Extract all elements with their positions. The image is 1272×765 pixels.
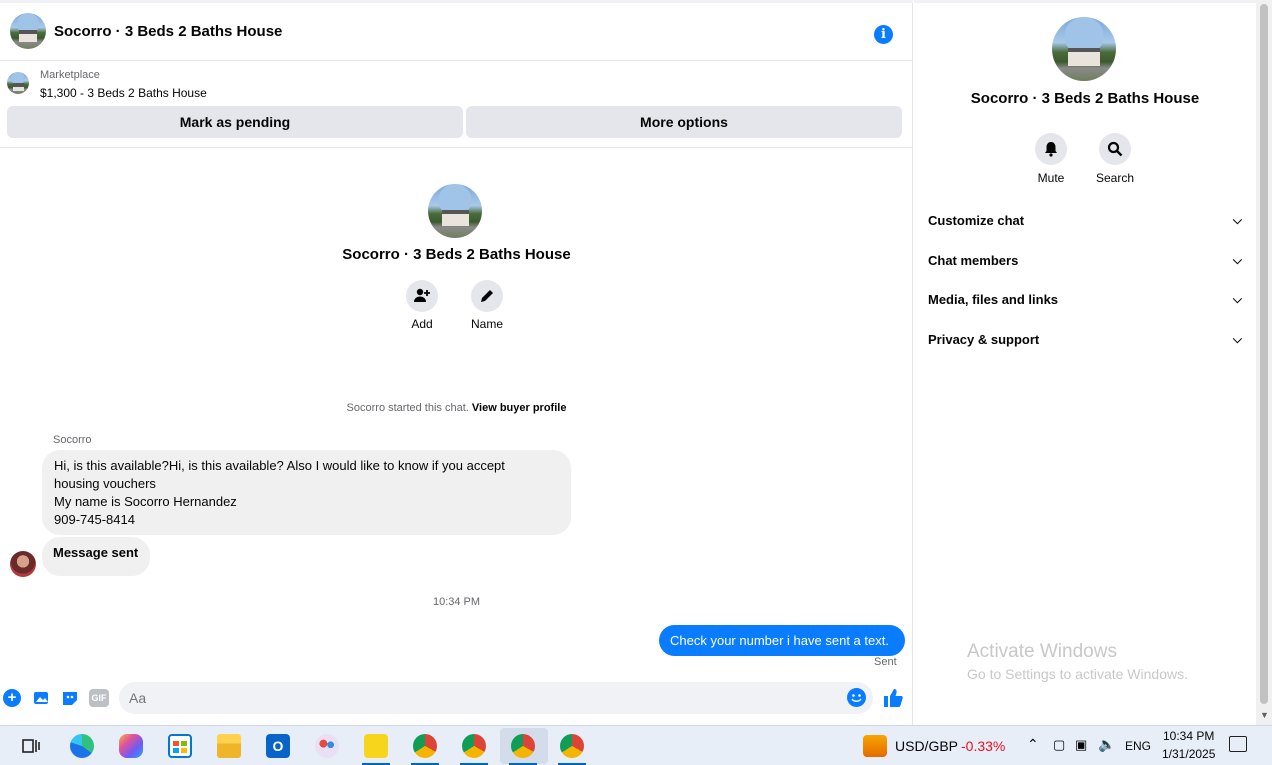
task-view-icon[interactable] <box>22 737 40 755</box>
search-button[interactable] <box>1099 133 1131 165</box>
file-explorer-icon[interactable] <box>217 734 241 758</box>
chevron-down-icon: ⌵ <box>1232 253 1242 267</box>
add-label: Add <box>411 317 433 331</box>
listing-banner: Marketplace $1,300 - 3 Beds 2 Baths Hous… <box>0 61 913 148</box>
thread-avatar <box>428 184 482 238</box>
conversation-avatar[interactable] <box>10 13 46 49</box>
name-label: Name <box>470 317 503 331</box>
conversation-title[interactable]: Socorro · 3 Beds 2 Baths House <box>54 23 282 40</box>
emoji-icon[interactable] <box>847 688 866 707</box>
language-indicator[interactable]: ENG <box>1125 739 1151 753</box>
outlook-icon[interactable]: O <box>266 734 290 758</box>
details-sidebar: Socorro · 3 Beds 2 Baths House Mute Sear… <box>914 0 1256 725</box>
add-person-button[interactable] <box>406 280 438 312</box>
clock-time[interactable]: 10:34 PM <box>1163 729 1214 743</box>
message-thread: Socorro · 3 Beds 2 Baths House Add Name … <box>0 148 913 678</box>
message-sent-bubble[interactable]: Message sent <box>42 537 150 576</box>
incoming-message[interactable]: Hi, is this available?Hi, is this availa… <box>42 450 571 535</box>
bell-icon <box>1045 142 1057 157</box>
section-chat-members[interactable]: Chat members ⌵ <box>928 253 1242 277</box>
section-media-files-links[interactable]: Media, files and links ⌵ <box>928 292 1242 316</box>
listing-source: Marketplace <box>40 69 100 81</box>
message-line: 909-745-8414 <box>54 512 135 527</box>
message-line: housing vouchers <box>54 476 156 491</box>
info-icon[interactable]: i <box>874 25 893 44</box>
section-label: Privacy & support <box>928 332 1040 347</box>
currency-change: -0.33% <box>961 738 1006 754</box>
activate-windows-title: Activate Windows <box>967 641 1117 662</box>
outgoing-message[interactable]: Check your number i have sent a text. <box>659 625 905 656</box>
search-label: Search <box>1095 171 1135 185</box>
delivery-status: Sent <box>874 656 897 668</box>
chevron-down-icon: ⌵ <box>1232 213 1242 227</box>
listing-price-title[interactable]: $1,300 - 3 Beds 2 Baths House <box>40 86 207 100</box>
chrome-icon[interactable] <box>462 734 486 758</box>
page-scrollbar[interactable]: ▼ <box>1256 0 1272 725</box>
mute-label: Mute <box>1037 171 1065 185</box>
volume-icon[interactable]: 🔈 <box>1098 736 1115 753</box>
edge-icon[interactable] <box>70 734 94 758</box>
conversation-header: Socorro · 3 Beds 2 Baths House i <box>0 0 913 61</box>
currency-widget-icon[interactable] <box>863 735 887 757</box>
mark-as-pending-button[interactable]: Mark as pending <box>7 106 463 138</box>
more-options-button[interactable]: More options <box>466 106 902 138</box>
add-person-icon <box>414 288 430 302</box>
mute-button[interactable] <box>1035 133 1067 165</box>
sticky-notes-icon[interactable] <box>364 734 388 758</box>
section-label: Chat members <box>928 253 1019 268</box>
sender-name: Socorro <box>53 434 92 446</box>
section-privacy-support[interactable]: Privacy & support ⌵ <box>928 332 1242 356</box>
pencil-icon <box>481 290 493 302</box>
photo-icon[interactable] <box>32 689 50 707</box>
chrome-icon[interactable] <box>560 734 584 758</box>
chrome-icon[interactable] <box>413 734 437 758</box>
chrome-icon[interactable] <box>511 734 535 758</box>
section-label: Media, files and links <box>928 292 1059 307</box>
section-label: Customize chat <box>928 213 1025 228</box>
thread-title: Socorro · 3 Beds 2 Baths House <box>342 246 571 263</box>
message-timestamp: 10:34 PM <box>432 596 481 608</box>
view-buyer-profile-link[interactable]: View buyer profile <box>472 402 567 414</box>
sticker-icon[interactable] <box>61 689 79 707</box>
message-line: Hi, is this available?Hi, is this availa… <box>54 458 505 473</box>
sidebar-avatar <box>1052 17 1116 81</box>
message-composer: + GIF <box>0 678 913 725</box>
message-input[interactable] <box>119 682 873 714</box>
thumbs-up-icon[interactable] <box>882 687 904 709</box>
scrollbar-thumb[interactable] <box>1260 4 1268 704</box>
plus-icon[interactable]: + <box>3 689 21 707</box>
scroll-down-arrow-icon[interactable]: ▼ <box>1260 710 1269 720</box>
conversation-pane: Socorro · 3 Beds 2 Baths House i Marketp… <box>0 0 913 725</box>
name-button[interactable] <box>471 280 503 312</box>
chevron-down-icon: ⌵ <box>1232 292 1242 306</box>
chat-started-notice: Socorro started this chat. View buyer pr… <box>0 402 913 414</box>
activate-windows-subtitle: Go to Settings to activate Windows. <box>967 666 1188 682</box>
paint-icon[interactable] <box>315 734 339 758</box>
currency-ticker[interactable]: USD/GBP <box>895 738 958 754</box>
system-text: Socorro started this chat. <box>346 402 469 414</box>
listing-thumbnail[interactable] <box>7 72 29 94</box>
chevron-down-icon: ⌵ <box>1232 332 1242 346</box>
search-icon <box>1107 141 1123 157</box>
network-icon[interactable]: ▣ <box>1075 737 1087 753</box>
notification-icon[interactable] <box>1229 736 1247 752</box>
meet-now-icon[interactable]: ▢ <box>1053 737 1065 753</box>
copilot-icon[interactable] <box>119 734 143 758</box>
show-hidden-icons-chevron-icon[interactable]: ⌃ <box>1027 736 1039 753</box>
clock-date[interactable]: 1/31/2025 <box>1162 747 1215 761</box>
sidebar-title: Socorro · 3 Beds 2 Baths House <box>970 90 1200 107</box>
section-customize-chat[interactable]: Customize chat ⌵ <box>928 213 1242 237</box>
gif-icon[interactable]: GIF <box>89 689 109 707</box>
windows-taskbar: O USD/GBP -0.33% ⌃ ▢ ▣ 🔈 ENG 10:34 PM 1/… <box>0 725 1272 765</box>
store-icon[interactable] <box>168 734 192 758</box>
message-line: My name is Socorro Hernandez <box>54 494 237 509</box>
sender-avatar[interactable] <box>10 551 36 577</box>
